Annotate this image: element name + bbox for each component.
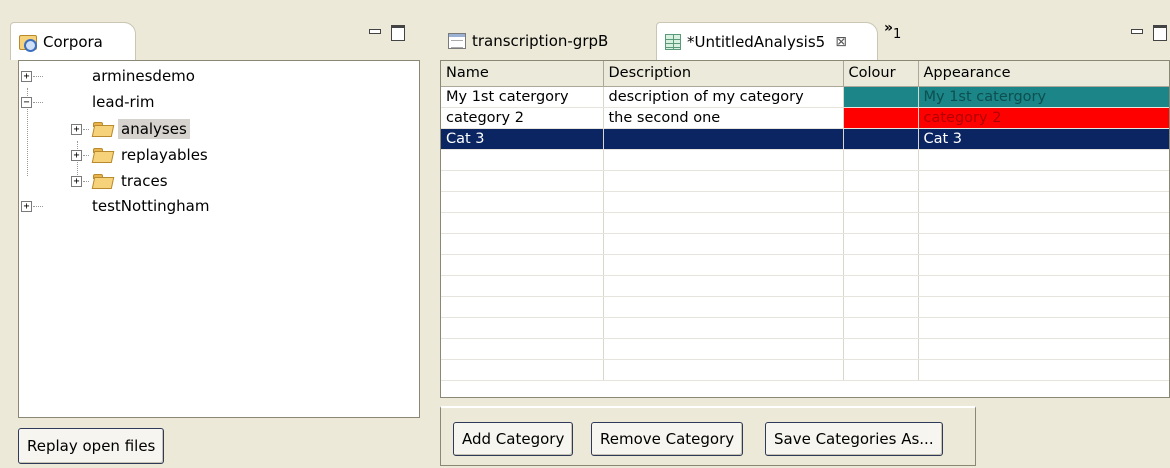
table-row-empty [441,296,1169,318]
replay-open-files-button[interactable]: Replay open files [18,428,165,464]
table-row-empty [441,233,1169,255]
maximize-icon[interactable] [1152,24,1167,41]
maximize-icon[interactable] [390,24,405,41]
remove-category-button[interactable]: Remove Category [591,422,744,456]
cell-name[interactable]: Cat 3 [441,128,604,150]
tree-item-lead-rim[interactable]: − lead-rim [21,89,157,115]
folder-icon [93,122,112,136]
table-row-empty [441,359,1169,381]
table-row-selected[interactable]: Cat 3 Cat 3 [441,128,1169,150]
expand-icon[interactable]: + [21,70,32,82]
cell-name[interactable]: My 1st catergory [441,86,604,108]
table-row-empty [441,317,1169,339]
grid-icon [665,33,681,50]
column-header-colour[interactable]: Colour [843,61,919,87]
tree-item-label: replayables [121,146,208,164]
cell-appearance[interactable]: My 1st catergory [918,86,1169,108]
table-row-empty [441,275,1169,297]
categories-table-container: Name Description Colour Appearance My 1s… [440,60,1170,398]
minimize-icon[interactable] [368,24,382,38]
tree-item-analyses[interactable]: + analyses [71,116,190,142]
tree-item-traces[interactable]: + traces [71,168,171,194]
tree-item-label: arminesdemo [92,67,195,85]
folder-icon [93,148,112,162]
cell-description[interactable]: the second one [603,107,844,129]
table-header-row: Name Description Colour Appearance [441,61,1169,87]
cell-colour-swatch[interactable] [843,107,919,129]
cell-name[interactable]: category 2 [441,107,604,129]
table-row-empty [441,170,1169,192]
cell-appearance[interactable]: category 2 [918,107,1169,129]
tree-item-label: lead-rim [92,93,155,111]
table-row-empty [441,212,1169,234]
close-icon[interactable]: ⊠ [835,34,847,50]
overflow-count: 1 [893,27,902,42]
column-header-appearance[interactable]: Appearance [918,61,1169,87]
table-row-empty [441,149,1169,171]
tab-corpora-label: Corpora [43,32,103,51]
chevron-double-right-icon: » [884,20,894,36]
cell-colour-swatch[interactable] [843,86,919,108]
tab-overflow-button[interactable]: »1 [884,20,901,42]
document-icon [448,33,466,49]
tab-corpora[interactable]: Corpora [10,22,136,60]
table-row-empty [441,191,1169,213]
tab-label: *UntitledAnalysis5 [687,32,826,51]
tree-item-testnottingham[interactable]: + testNottingham [21,193,212,219]
cell-description[interactable]: description of my category [603,86,844,108]
categories-table[interactable]: Name Description Colour Appearance My 1s… [441,61,1169,381]
tab-transcription-grpb[interactable]: transcription-grpB [440,22,650,60]
analysis-editor: transcription-grpB *UntitledAnalysis5 ⊠ … [434,0,1170,468]
folder-icon [93,174,112,188]
table-row[interactable]: category 2 the second one category 2 [441,107,1169,129]
cell-description[interactable] [603,128,844,150]
minimize-icon[interactable] [1130,24,1144,38]
tab-label: transcription-grpB [472,32,609,50]
cell-colour-swatch[interactable] [843,128,919,150]
column-header-name[interactable]: Name [441,61,604,87]
corpora-view: Corpora + arminesdemo − lead-rim + analy… [0,0,428,468]
tree-item-label: analyses [118,119,190,139]
table-row-empty [441,254,1169,276]
expand-icon[interactable]: + [71,149,82,161]
expand-icon[interactable]: + [21,200,32,212]
expand-icon[interactable]: + [71,123,82,135]
save-categories-as-button[interactable]: Save Categories As... [765,422,943,456]
add-category-button[interactable]: Add Category [453,422,574,456]
tree-item-arminesdemo[interactable]: + arminesdemo [21,63,198,89]
button-bar: Add Category Remove Category Save Catego… [440,406,976,466]
cell-appearance[interactable]: Cat 3 [918,128,1169,150]
tree-item-replayables[interactable]: + replayables [71,142,211,168]
corpora-tabbar: Corpora [0,0,428,60]
editor-tabbar: transcription-grpB *UntitledAnalysis5 ⊠ … [434,0,1170,60]
tree-item-label: testNottingham [92,197,210,215]
tab-untitled-analysis5[interactable]: *UntitledAnalysis5 ⊠ [656,22,878,60]
column-header-description[interactable]: Description [603,61,844,87]
table-row[interactable]: My 1st catergory description of my categ… [441,86,1169,108]
tree-item-label: traces [121,172,168,190]
corpora-tree[interactable]: + arminesdemo − lead-rim + analyses + re… [18,60,420,418]
table-row-empty [441,338,1169,360]
collapse-icon[interactable]: − [21,96,32,108]
corpora-icon [19,34,37,52]
expand-icon[interactable]: + [71,175,82,187]
